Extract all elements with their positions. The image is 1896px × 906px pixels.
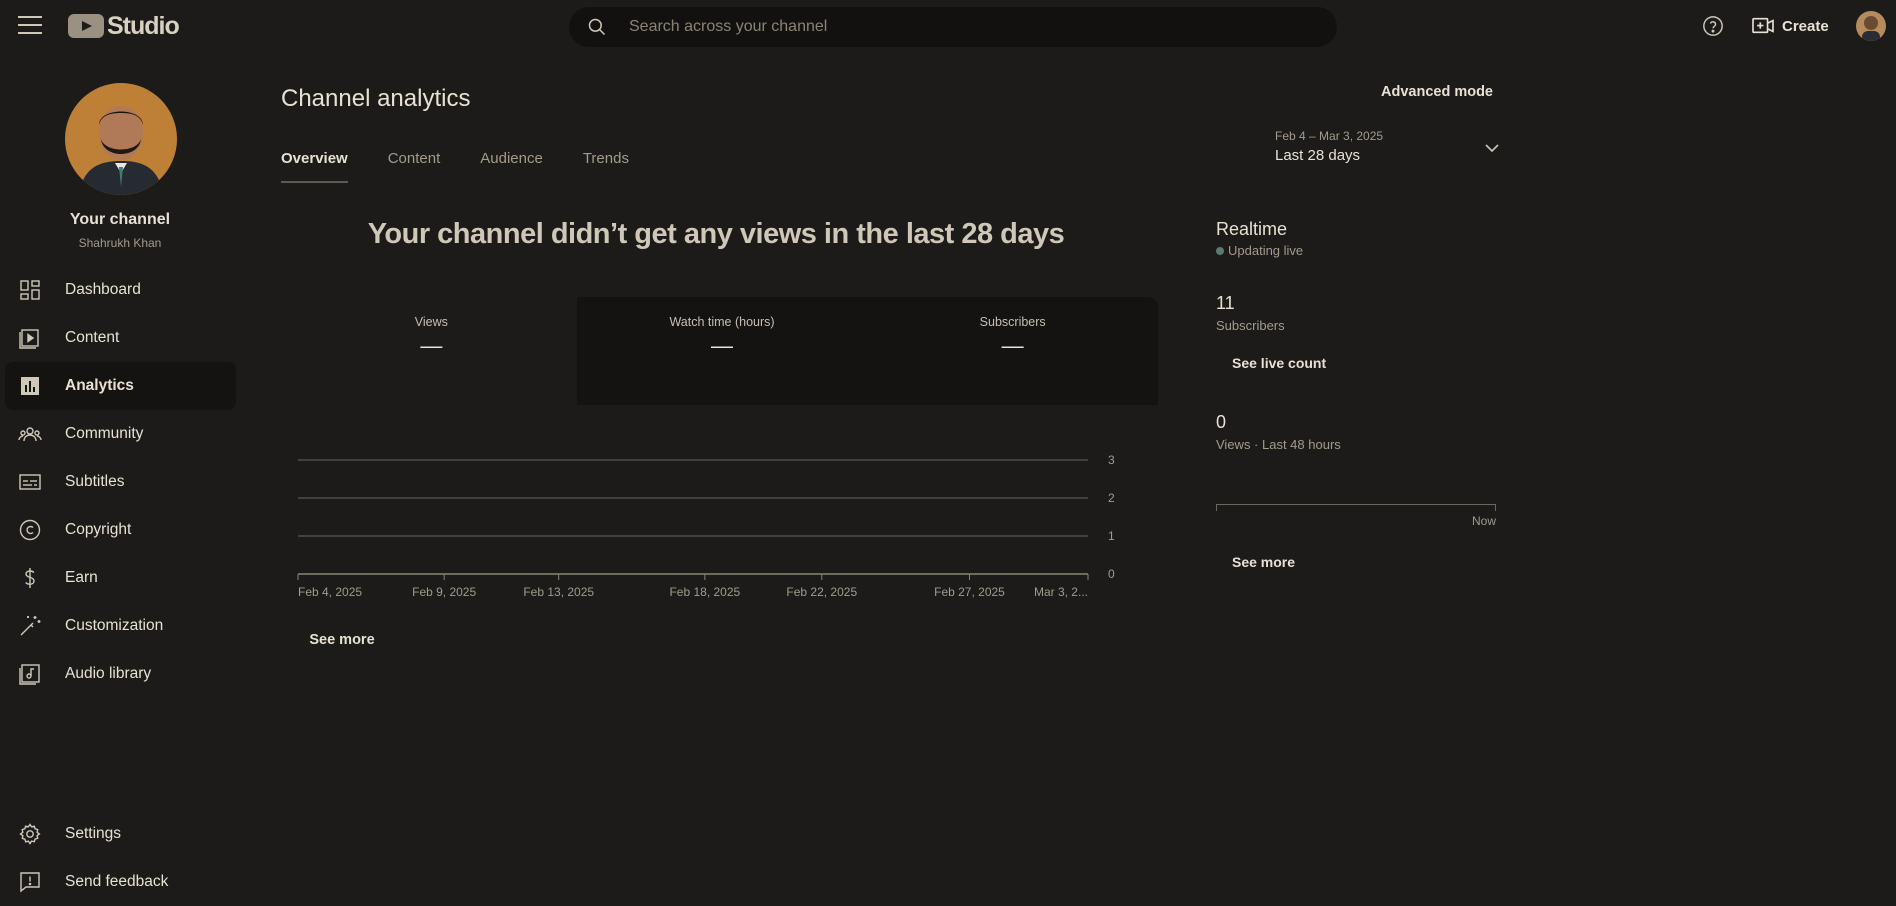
date-range-picker[interactable]: Feb 4 – Mar 3, 2025 Last 28 days xyxy=(1275,129,1500,171)
sidebar-item-analytics[interactable]: Analytics xyxy=(5,362,236,410)
search-input[interactable] xyxy=(627,17,1271,37)
sidebar-item-label: Dashboard xyxy=(65,281,141,299)
tab-trends[interactable]: Trends xyxy=(583,150,629,183)
analytics-tabs: Overview Content Audience Trends xyxy=(281,150,669,183)
y-tick-label: 3 xyxy=(1108,453,1115,467)
sidebar-item-send-feedback[interactable]: Send feedback xyxy=(5,858,236,906)
youtube-play-icon xyxy=(68,14,104,38)
realtime-status-text: Updating live xyxy=(1228,243,1303,258)
chevron-down-icon xyxy=(1484,143,1500,153)
realtime-views-label: Views · Last 48 hours xyxy=(1216,437,1341,452)
tab-audience[interactable]: Audience xyxy=(480,150,543,183)
x-tick-label: Mar 3, 2... xyxy=(1034,585,1088,599)
y-tick-label: 1 xyxy=(1108,529,1115,543)
content-icon xyxy=(18,326,42,350)
date-range-dates: Feb 4 – Mar 3, 2025 xyxy=(1275,129,1500,143)
sidebar-item-copyright[interactable]: Copyright xyxy=(5,506,236,554)
search-icon xyxy=(587,17,607,37)
tab-content[interactable]: Content xyxy=(388,150,441,183)
gear-icon xyxy=(18,822,42,846)
create-video-icon xyxy=(1752,16,1774,36)
sidebar: Your channel Shahrukh Khan Dashboard Con… xyxy=(0,52,240,905)
overview-headline: Your channel didn’t get any views in the… xyxy=(281,218,1151,251)
copyright-icon xyxy=(18,518,42,542)
realtime-now-label: Now xyxy=(1460,514,1496,528)
channel-title: Your channel xyxy=(0,211,240,229)
realtime-status: Updating live xyxy=(1216,243,1303,258)
see-more-button[interactable]: See more xyxy=(296,623,388,657)
sidebar-item-community[interactable]: Community xyxy=(5,410,236,458)
date-range-label: Last 28 days xyxy=(1275,147,1500,164)
see-live-count-button[interactable]: See live count xyxy=(1218,346,1340,380)
analytics-icon xyxy=(18,374,42,398)
x-tick-label: Feb 27, 2025 xyxy=(934,585,1005,599)
sidebar-item-customization[interactable]: Customization xyxy=(5,602,236,650)
sidebar-item-earn[interactable]: Earn xyxy=(5,554,236,602)
sidebar-item-label: Community xyxy=(65,425,143,443)
realtime-views-value: 0 xyxy=(1216,412,1226,433)
channel-avatar[interactable] xyxy=(65,83,177,195)
realtime-subscribers-value: 11 xyxy=(1216,293,1235,314)
sidebar-item-label: Settings xyxy=(65,825,121,843)
logo-text: Studio xyxy=(107,12,179,41)
metric-subscribers[interactable]: Subscribers — xyxy=(867,297,1158,405)
audio-library-icon xyxy=(18,662,42,686)
metric-value: — xyxy=(867,333,1158,359)
sidebar-item-audio-library[interactable]: Audio library xyxy=(5,650,236,698)
metric-label: Subscribers xyxy=(867,315,1158,329)
metric-watch-time[interactable]: Watch time (hours) — xyxy=(577,297,868,405)
sidebar-item-label: Audio library xyxy=(65,665,151,683)
advanced-mode-button[interactable]: Advanced mode xyxy=(1372,84,1502,108)
sidebar-item-label: Content xyxy=(65,329,119,347)
menu-icon[interactable] xyxy=(18,16,42,36)
realtime-see-more-button[interactable]: See more xyxy=(1218,545,1309,579)
dashboard-icon xyxy=(18,278,42,302)
x-tick-label: Feb 18, 2025 xyxy=(669,585,740,599)
metrics-row: Views — Watch time (hours) — Subscribers… xyxy=(286,297,1158,405)
metric-label: Watch time (hours) xyxy=(577,315,868,329)
sidebar-item-label: Send feedback xyxy=(65,873,168,891)
studio-logo[interactable]: Studio xyxy=(68,11,179,41)
realtime-subscribers-label: Subscribers xyxy=(1216,318,1285,333)
views-chart: 0 1 2 3 Feb 4, 2025 Feb 9, 2025 Feb 13, 2025 Fe… xyxy=(286,440,1116,600)
community-icon xyxy=(18,422,42,446)
realtime-views-bar xyxy=(1216,504,1496,511)
help-icon[interactable] xyxy=(1702,15,1724,37)
x-tick-label: Feb 22, 2025 xyxy=(786,585,857,599)
metric-value: — xyxy=(286,333,577,359)
live-dot-icon xyxy=(1216,247,1224,255)
top-bar: Studio Create xyxy=(0,0,1896,52)
create-button[interactable]: Create xyxy=(1752,13,1829,39)
dollar-icon xyxy=(18,566,42,590)
subtitles-icon xyxy=(18,470,42,494)
metric-value: — xyxy=(577,333,868,359)
x-tick-label: Feb 13, 2025 xyxy=(523,585,594,599)
metric-label: Views xyxy=(286,315,577,329)
realtime-title: Realtime xyxy=(1216,219,1287,240)
sidebar-item-label: Analytics xyxy=(65,377,134,395)
x-tick-label: Feb 4, 2025 xyxy=(298,585,362,599)
account-avatar[interactable] xyxy=(1856,11,1886,41)
sidebar-item-settings[interactable]: Settings xyxy=(5,810,236,858)
sidebar-item-label: Subtitles xyxy=(65,473,124,491)
sidebar-item-subtitles[interactable]: Subtitles xyxy=(5,458,236,506)
magic-wand-icon xyxy=(18,614,42,638)
search-bar[interactable] xyxy=(569,7,1337,47)
tab-overview[interactable]: Overview xyxy=(281,150,348,183)
sidebar-item-label: Earn xyxy=(65,569,98,587)
sidebar-item-label: Customization xyxy=(65,617,163,635)
channel-name: Shahrukh Khan xyxy=(0,236,240,250)
sidebar-item-content[interactable]: Content xyxy=(5,314,236,362)
page-title: Channel analytics xyxy=(281,85,470,113)
y-tick-label: 2 xyxy=(1108,491,1115,505)
sidebar-item-dashboard[interactable]: Dashboard xyxy=(5,266,236,314)
metric-views[interactable]: Views — xyxy=(286,297,577,405)
y-tick-label: 0 xyxy=(1108,567,1115,581)
sidebar-item-label: Copyright xyxy=(65,521,131,539)
feedback-icon xyxy=(18,870,42,894)
x-tick-label: Feb 9, 2025 xyxy=(412,585,476,599)
create-label: Create xyxy=(1782,18,1829,35)
